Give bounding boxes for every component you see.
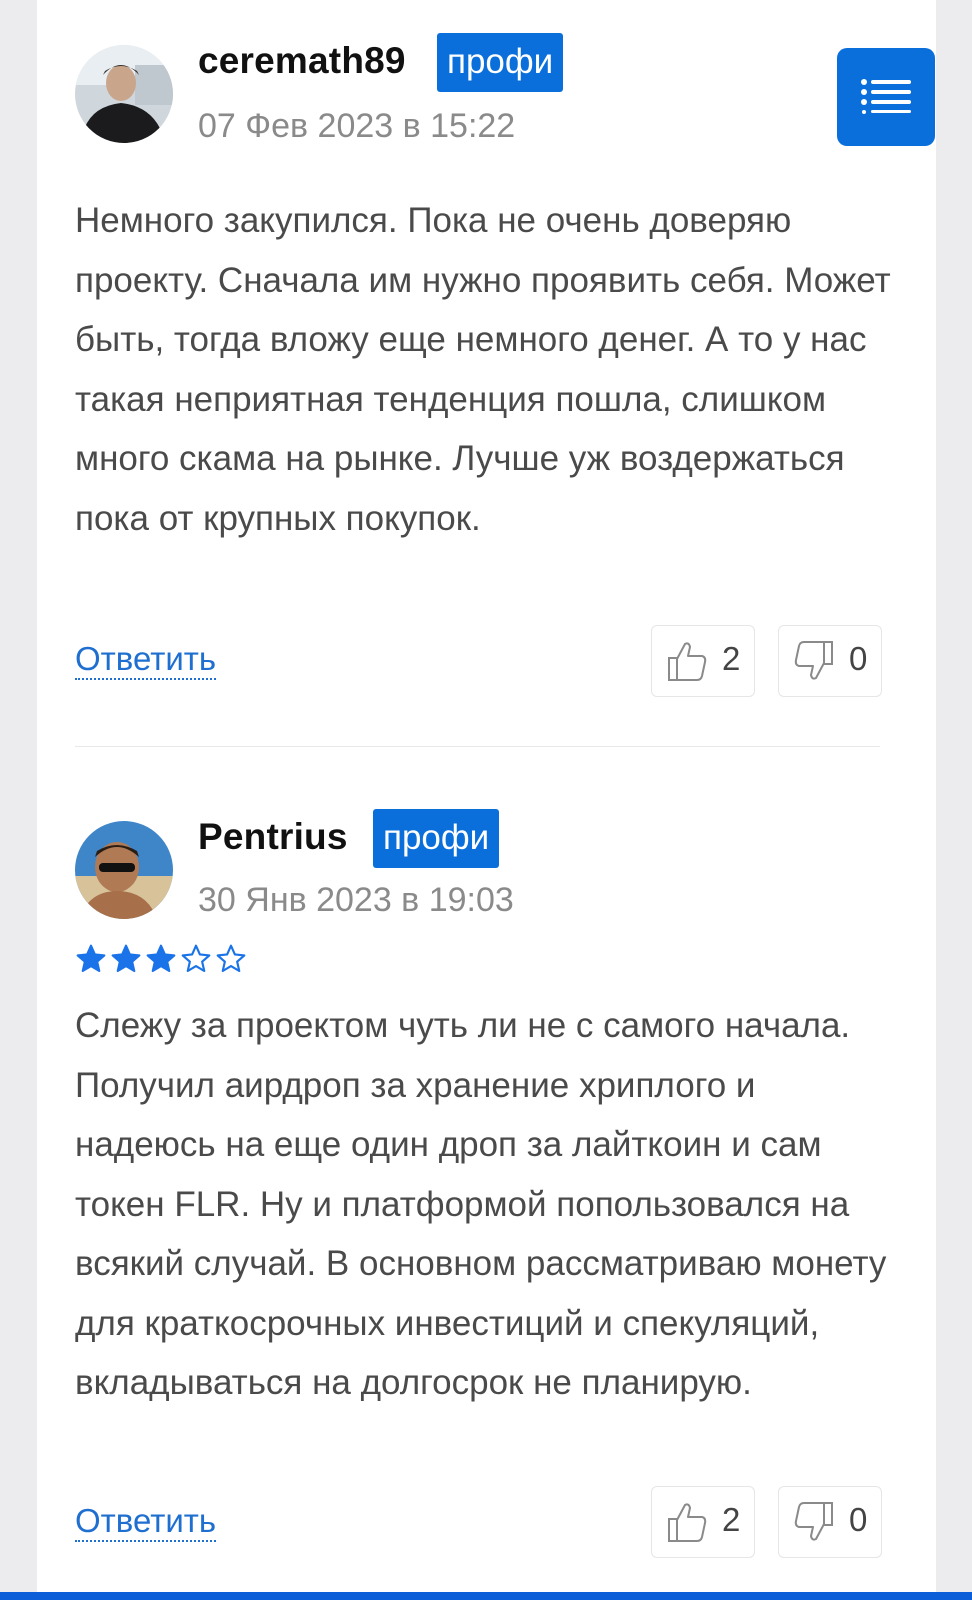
comment-text: Немного закупился. Пока не очень доверяю… [75, 201, 891, 538]
comment-item: ceremath89 профи 07 Фев 2023 в 15:22 Нем… [75, 33, 897, 705]
comment-date: 30 Янв 2023 в 19:03 [198, 881, 514, 919]
avatar[interactable] [75, 45, 173, 143]
avatar[interactable] [75, 821, 173, 919]
star-rating [75, 943, 247, 975]
status-badge: профи [437, 33, 564, 92]
star-empty-icon [216, 944, 246, 973]
thumbs-up-icon [668, 642, 707, 681]
comment-username[interactable]: Pentrius [198, 816, 348, 858]
like-count: 2 [722, 1501, 741, 1538]
thumbs-up-icon [668, 1503, 707, 1542]
bottom-bar [0, 1592, 972, 1600]
like-count: 2 [722, 640, 741, 677]
like-button[interactable]: 2 [651, 625, 755, 697]
like-button[interactable]: 2 [651, 1486, 755, 1558]
star-filled-icon [111, 944, 141, 973]
thumbs-down-icon [794, 641, 833, 680]
star-filled-icon [146, 944, 176, 973]
star-filled-icon [76, 944, 106, 973]
thumbs-down-icon [794, 1502, 833, 1541]
dislike-count: 0 [849, 1501, 868, 1538]
reply-link[interactable]: Ответить [75, 640, 217, 680]
dislike-count: 0 [849, 640, 868, 677]
comment-divider [75, 746, 880, 747]
dislike-button[interactable]: 0 [778, 1486, 882, 1558]
comment-text: Слежу за проектом чуть ли не с самого на… [75, 1006, 887, 1402]
dislike-button[interactable]: 0 [778, 625, 882, 697]
comment-item: Pentrius профи 30 Янв 2023 в 19:03 Слежу… [75, 809, 897, 1591]
star-empty-icon [181, 944, 211, 973]
comment-username[interactable]: ceremath89 [198, 40, 406, 82]
comment-date: 07 Фев 2023 в 15:22 [198, 107, 516, 145]
status-badge: профи [373, 809, 500, 868]
reply-link[interactable]: Ответить [75, 1502, 217, 1542]
